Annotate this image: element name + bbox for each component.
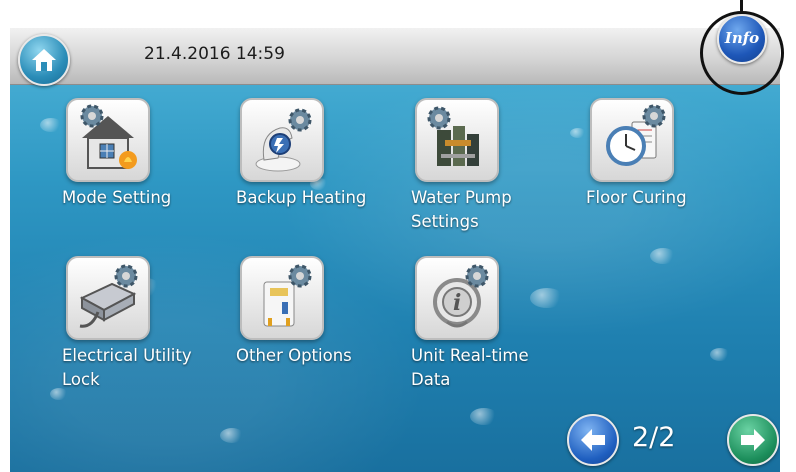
top-bar: 21.4.2016 14:59 xyxy=(10,28,780,86)
tile-label: Mode Setting xyxy=(62,188,172,207)
other-options-tile[interactable]: Other Options xyxy=(236,256,400,368)
tile-label: Unit Real-time Data xyxy=(411,346,529,389)
electrical-utility-lock-icon xyxy=(79,264,138,328)
home-icon xyxy=(32,49,56,71)
mode-setting-tile[interactable]: Mode Setting xyxy=(62,98,226,210)
svg-text:i: i xyxy=(453,290,461,316)
tile-label: Other Options xyxy=(236,346,352,365)
floor-curing-icon xyxy=(606,104,666,166)
backup-heating-icon xyxy=(255,108,312,172)
prev-page-button[interactable] xyxy=(567,414,619,466)
home-button[interactable] xyxy=(18,34,70,86)
water-pump-settings-tile[interactable]: Water Pump Settings xyxy=(411,98,575,234)
tile-label: Electrical Utility Lock xyxy=(62,346,192,389)
arrow-left-icon xyxy=(581,429,605,451)
electrical-utility-lock-tile[interactable]: Electrical Utility Lock xyxy=(62,256,226,392)
tile-label: Water Pump Settings xyxy=(411,188,512,231)
other-options-icon xyxy=(263,264,312,327)
backup-heating-tile[interactable]: Backup Heating xyxy=(236,98,400,210)
arrow-right-icon xyxy=(741,429,765,451)
next-page-button[interactable] xyxy=(727,414,779,466)
unit-realtime-data-tile[interactable]: i Unit Real-time Data xyxy=(411,256,575,392)
floor-curing-tile[interactable]: Floor Curing xyxy=(586,98,750,210)
tile-label: Backup Heating xyxy=(236,188,367,207)
datetime: 21.4.2016 14:59 xyxy=(144,44,285,64)
unit-realtime-data-icon: i xyxy=(433,264,489,328)
water-pump-icon xyxy=(427,106,479,166)
touch-screen: 21.4.2016 14:59 Mode Setting Backup Heat… xyxy=(10,28,780,472)
tile-label: Floor Curing xyxy=(586,188,687,207)
page-indicator: 2/2 xyxy=(632,422,676,453)
mode-setting-icon xyxy=(80,104,137,169)
annotation-circle xyxy=(700,11,784,95)
